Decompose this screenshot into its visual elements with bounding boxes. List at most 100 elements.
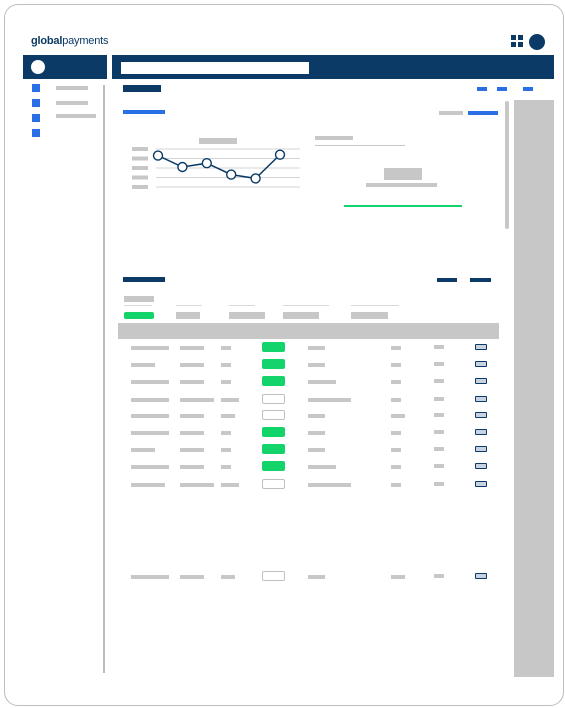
table-cell (308, 448, 325, 452)
filter-underline (176, 305, 202, 306)
status-badge (262, 376, 285, 386)
table-cell (391, 465, 401, 469)
nav-item-icon[interactable] (32, 99, 40, 107)
table-cell (391, 363, 401, 367)
nav-item-icon[interactable] (32, 84, 40, 92)
filter-chip[interactable] (176, 312, 200, 319)
y-tick-label (132, 175, 148, 180)
profile-avatar-icon[interactable] (31, 60, 45, 74)
table-cell (434, 482, 444, 486)
summary-label (315, 136, 353, 140)
status-badge (262, 394, 285, 404)
table-cell (180, 398, 214, 402)
table-cell (221, 483, 239, 487)
table-cell (131, 398, 169, 402)
filter-heading (124, 296, 154, 302)
summary-value (384, 168, 422, 180)
table-cell (221, 414, 235, 418)
sidebar-divider (103, 85, 105, 673)
globalpayments-logo[interactable]: globalpayments (31, 35, 108, 47)
action-icon[interactable] (475, 396, 487, 402)
table-cell (221, 575, 235, 579)
table-cell (434, 345, 444, 349)
section-tab-active[interactable] (123, 110, 165, 114)
action-icon[interactable] (475, 463, 487, 469)
table-cell (221, 363, 231, 367)
search-input[interactable] (121, 62, 309, 74)
data-point (274, 149, 286, 160)
data-point (201, 158, 213, 169)
table-cell (131, 380, 169, 384)
table-cell (131, 483, 165, 487)
table-cell (434, 464, 444, 468)
status-badge (262, 342, 285, 352)
filter-underline (124, 305, 152, 306)
summary-underline (315, 145, 405, 146)
window-frame (4, 4, 564, 706)
table-cell (434, 574, 444, 578)
nav-item-icon[interactable] (32, 114, 40, 122)
status-badge (262, 479, 285, 489)
nav-item-label[interactable] (56, 114, 96, 118)
filter-chip[interactable] (229, 312, 265, 319)
header-action-link[interactable] (523, 87, 533, 91)
table-cell (180, 414, 204, 418)
scrollbar-thumb[interactable] (505, 101, 509, 229)
table-action-button[interactable] (470, 278, 491, 282)
filter-chip-active[interactable] (124, 312, 154, 319)
action-icon[interactable] (475, 429, 487, 435)
table-cell (391, 346, 401, 350)
table-cell (221, 465, 231, 469)
table-cell (131, 346, 169, 350)
filter-chip[interactable] (283, 312, 319, 319)
table-action-button[interactable] (437, 278, 457, 282)
nav-item-label[interactable] (56, 86, 88, 90)
action-icon[interactable] (475, 412, 487, 418)
apps-grid-icon[interactable] (511, 35, 524, 48)
summary-progress-line (344, 205, 462, 207)
nav-item-icon[interactable] (32, 129, 40, 137)
status-badge (262, 461, 285, 471)
table-cell (391, 448, 401, 452)
action-icon[interactable] (475, 446, 487, 452)
y-tick-label (132, 156, 148, 161)
table-cell (308, 346, 325, 350)
page-title (123, 85, 161, 92)
data-point (152, 150, 164, 161)
table-cell (131, 465, 169, 469)
table-header (118, 323, 499, 339)
table-cell (221, 346, 231, 350)
table-cell (180, 346, 204, 350)
table-cell (308, 483, 351, 487)
table-cell (180, 483, 214, 487)
data-point (177, 161, 188, 173)
table-cell (434, 430, 444, 434)
table-cell (391, 414, 405, 418)
table-cell (308, 380, 336, 384)
table-cell (434, 379, 444, 383)
table-cell (180, 431, 204, 435)
header-action-link[interactable] (497, 87, 507, 91)
action-icon[interactable] (475, 481, 487, 487)
y-tick-label (132, 185, 148, 189)
filter-underline (229, 305, 255, 306)
table-cell (131, 363, 155, 367)
status-badge (262, 427, 285, 437)
filter-chip[interactable] (351, 312, 388, 319)
table-cell (434, 362, 444, 366)
line-chart (132, 138, 300, 189)
nav-item-label[interactable] (56, 101, 88, 105)
data-point (225, 169, 237, 180)
data-point (250, 173, 261, 184)
status-badge (262, 410, 285, 420)
table-cell (434, 397, 444, 401)
user-avatar-icon[interactable] (529, 34, 545, 50)
action-icon[interactable] (475, 344, 487, 350)
header-action-link[interactable] (477, 87, 487, 91)
action-icon[interactable] (475, 573, 487, 579)
filter-label[interactable] (439, 111, 463, 115)
action-icon[interactable] (475, 361, 487, 367)
filter-link[interactable] (468, 111, 498, 115)
chart-title-placeholder (199, 138, 237, 144)
action-icon[interactable] (475, 378, 487, 384)
